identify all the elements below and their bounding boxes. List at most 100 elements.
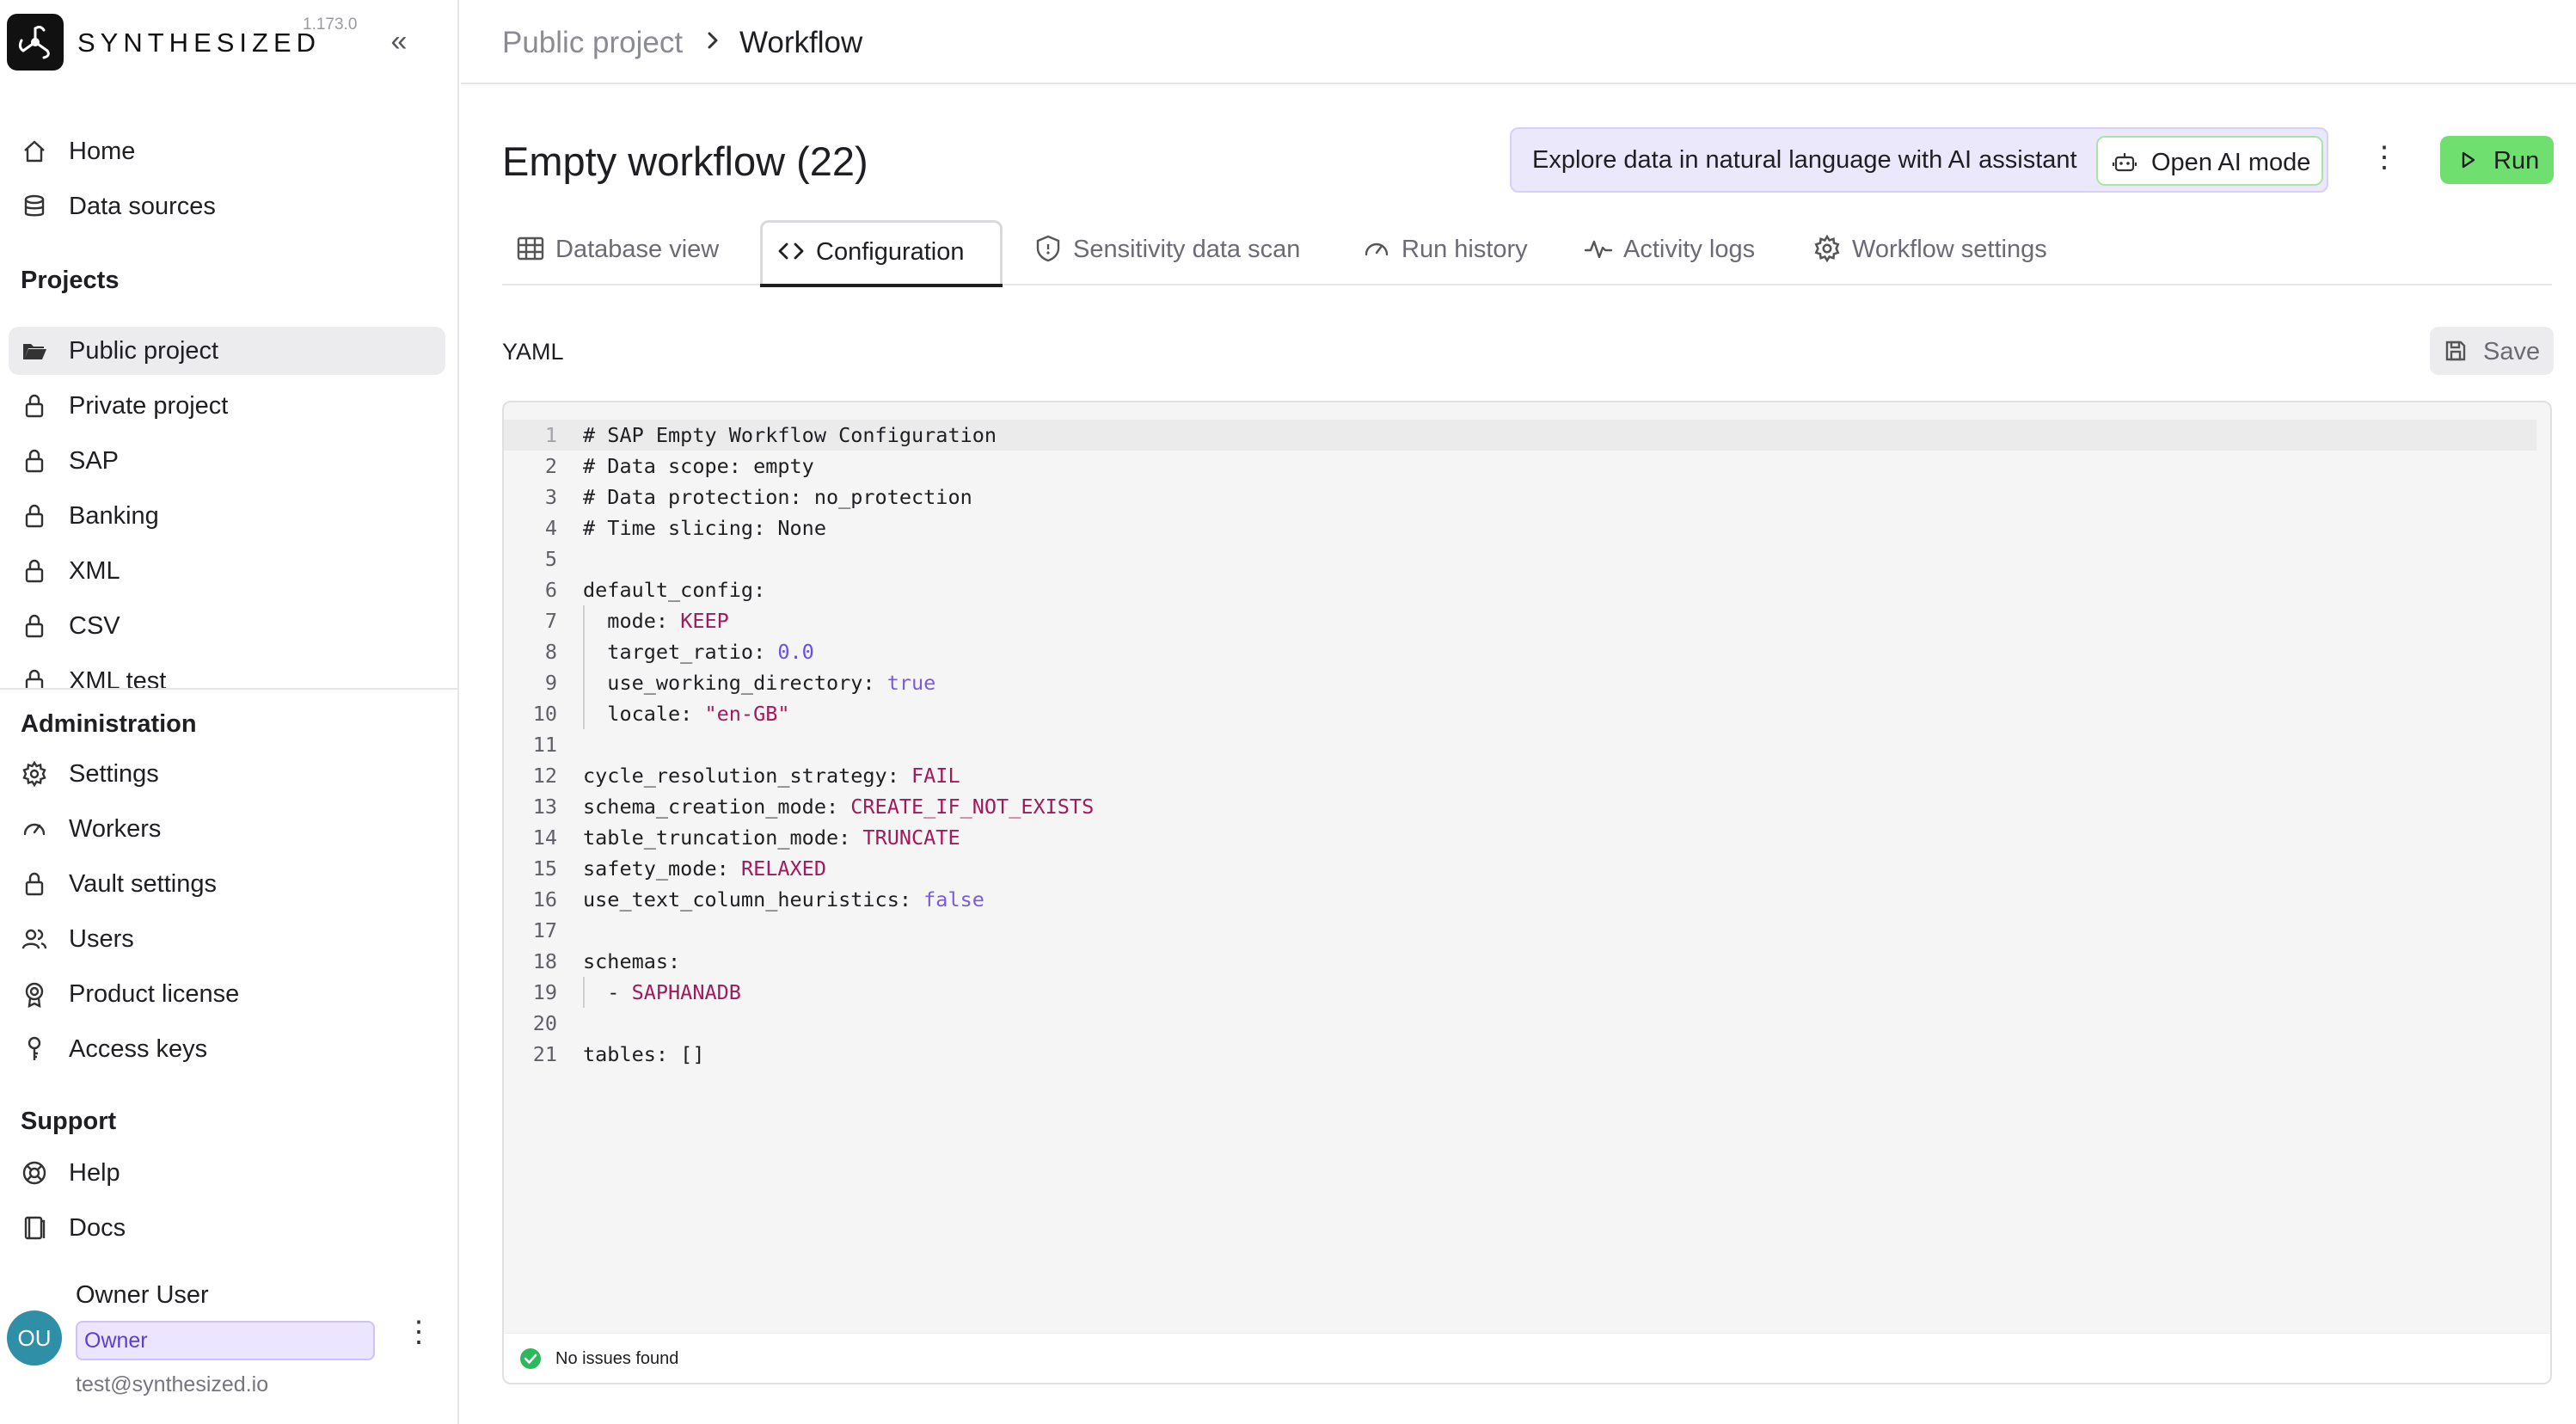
- more-options-icon[interactable]: ⋮: [2370, 143, 2399, 177]
- code-line[interactable]: 18 schemas:: [504, 946, 2550, 977]
- code-line[interactable]: 6 default_config:: [504, 574, 2550, 605]
- code-line[interactable]: 8 target_ratio: 0.0: [504, 636, 2550, 667]
- code-lines[interactable]: 1 # SAP Empty Workflow Configuration 2 # Da…: [504, 420, 2550, 1070]
- sidebar-item-label: SAP: [69, 447, 120, 475]
- code-line[interactable]: 14 table_truncation_mode: TRUNCATE: [504, 822, 2550, 853]
- code-key: # SAP Empty Workflow Configuration: [583, 423, 997, 447]
- tab-activity-logs[interactable]: Activity logs: [1570, 220, 1785, 284]
- line-number: 20: [532, 1011, 557, 1035]
- sidebar-item-xml-test[interactable]: XML test: [9, 657, 445, 688]
- run-button[interactable]: Run: [2440, 136, 2554, 184]
- code-line[interactable]: 10 locale: "en-GB": [504, 698, 2550, 729]
- line-number: 1: [544, 423, 557, 447]
- sidebar-item-csv[interactable]: CSV: [9, 602, 445, 650]
- sidebar-item-label: Data sources: [69, 193, 216, 220]
- collapse-sidebar-icon[interactable]: «: [383, 27, 414, 58]
- code-line[interactable]: 1 # SAP Empty Workflow Configuration: [504, 420, 2536, 451]
- projects-list[interactable]: Public project Private project SAP Banki…: [0, 318, 457, 688]
- user-menu-icon[interactable]: ⋮: [404, 1317, 433, 1352]
- code-line[interactable]: 4 # Time slicing: None: [504, 513, 2550, 543]
- sidebar-item-help[interactable]: Help: [9, 1149, 445, 1197]
- line-number: 16: [532, 887, 557, 911]
- sidebar-item-users[interactable]: Users: [9, 915, 445, 963]
- brand-name: SYNTHESIZED: [77, 28, 322, 58]
- code-line[interactable]: 5: [504, 543, 2550, 574]
- logo-icon[interactable]: [7, 14, 64, 71]
- code-key: mode:: [583, 609, 681, 633]
- line-number: 4: [544, 516, 557, 540]
- tab-database-view[interactable]: Database view: [502, 220, 751, 284]
- save-button[interactable]: Save: [2430, 327, 2554, 375]
- sidebar-item-sap[interactable]: SAP: [9, 437, 445, 485]
- code-value: TRUNCATE: [862, 826, 960, 850]
- yaml-label: YAML: [502, 339, 564, 365]
- sidebar-item-label: Public project: [69, 337, 219, 365]
- sidebar-item-banking[interactable]: Banking: [9, 492, 445, 540]
- line-number: 8: [544, 640, 557, 664]
- grid-icon: [517, 236, 544, 261]
- sidebar-item-public-project[interactable]: Public project: [9, 327, 445, 375]
- sidebar-item-home[interactable]: Home: [9, 127, 445, 175]
- tab-label: Activity logs: [1623, 236, 1756, 263]
- user-name: Owner User: [76, 1281, 209, 1309]
- open-ai-mode-button[interactable]: Open AI mode: [2096, 136, 2323, 186]
- workflow-tabs: Database view Configuration Sensitivity …: [502, 220, 2552, 287]
- code-text: - SAPHANADB: [583, 977, 741, 1008]
- sidebar-item-xml[interactable]: XML: [9, 547, 445, 595]
- sidebar-item-label: Settings: [69, 760, 159, 788]
- ai-assistant-banner: Explore data in natural language with AI…: [1510, 127, 2328, 193]
- line-number: 13: [532, 795, 557, 819]
- editor-status-bar: No issues found: [504, 1333, 2550, 1383]
- code-line[interactable]: 12 cycle_resolution_strategy: FAIL: [504, 760, 2550, 791]
- code-line[interactable]: 15 safety_mode: RELAXED: [504, 853, 2550, 884]
- code-line[interactable]: 3 # Data protection: no_protection: [504, 482, 2550, 513]
- sidebar-item-settings[interactable]: Settings: [9, 750, 445, 798]
- code-line[interactable]: 11: [504, 729, 2550, 760]
- code-line[interactable]: 19 - SAPHANADB: [504, 977, 2550, 1008]
- tab-label: Sensitivity data scan: [1073, 236, 1301, 263]
- lock-icon: [25, 449, 44, 473]
- role-badge: Owner: [76, 1321, 375, 1360]
- sidebar-item-label: Help: [69, 1159, 120, 1187]
- avatar[interactable]: OU: [7, 1310, 62, 1366]
- code-line[interactable]: 2 # Data scope: empty: [504, 451, 2550, 482]
- code-line[interactable]: 20: [504, 1008, 2550, 1039]
- code-value: 0.0: [777, 640, 814, 664]
- breadcrumb-project-link[interactable]: Public project: [502, 26, 683, 60]
- tab-configuration[interactable]: Configuration: [760, 220, 1003, 287]
- yaml-editor[interactable]: 1 # SAP Empty Workflow Configuration 2 # Da…: [502, 401, 2552, 1384]
- code-text: mode: KEEP: [583, 605, 729, 636]
- sidebar-item-private-project[interactable]: Private project: [9, 382, 445, 430]
- lifebuoy-icon: [22, 1161, 46, 1185]
- line-number: 6: [544, 578, 557, 602]
- sidebar-item-vault-settings[interactable]: Vault settings: [9, 860, 445, 908]
- code-line[interactable]: 17: [504, 915, 2550, 946]
- line-number: 5: [544, 547, 557, 571]
- validation-status: No issues found: [555, 1349, 679, 1368]
- tab-run-history[interactable]: Run history: [1348, 220, 1555, 284]
- user-profile: OU Owner User Owner test@synthesized.io …: [0, 1273, 457, 1424]
- code-line[interactable]: 21 tables: []: [504, 1039, 2550, 1070]
- sidebar-item-data-sources[interactable]: Data sources: [9, 182, 445, 230]
- code-value: RELAXED: [740, 856, 826, 881]
- sidebar-item-workers[interactable]: Workers: [9, 805, 445, 853]
- sidebar-item-product-license[interactable]: Product license: [9, 970, 445, 1018]
- sidebar-item-docs[interactable]: Docs: [9, 1204, 445, 1252]
- sidebar-item-access-keys[interactable]: Access keys: [9, 1025, 445, 1073]
- lock-icon: [25, 559, 44, 583]
- sidebar-item-label: Banking: [69, 502, 159, 530]
- tab-sensitivity-data-scan[interactable]: Sensitivity data scan: [1020, 220, 1329, 284]
- code-line[interactable]: 7 mode: KEEP: [504, 605, 2550, 636]
- code-key: schemas:: [583, 949, 681, 973]
- code-line[interactable]: 13 schema_creation_mode: CREATE_IF_NOT_EX…: [504, 791, 2550, 822]
- divider: [0, 688, 457, 690]
- tab-label: Workflow settings: [1852, 236, 2047, 263]
- sidebar-item-label: Home: [69, 138, 136, 165]
- code-text: tables: []: [583, 1039, 704, 1070]
- code-line[interactable]: 16 use_text_column_heuristics: false: [504, 884, 2550, 915]
- code-key: # Data scope: empty: [583, 454, 814, 478]
- book-icon: [24, 1216, 46, 1240]
- code-text: # SAP Empty Workflow Configuration: [583, 420, 997, 451]
- code-line[interactable]: 9 use_working_directory: true: [504, 667, 2550, 698]
- tab-workflow-settings[interactable]: Workflow settings: [1799, 220, 2082, 284]
